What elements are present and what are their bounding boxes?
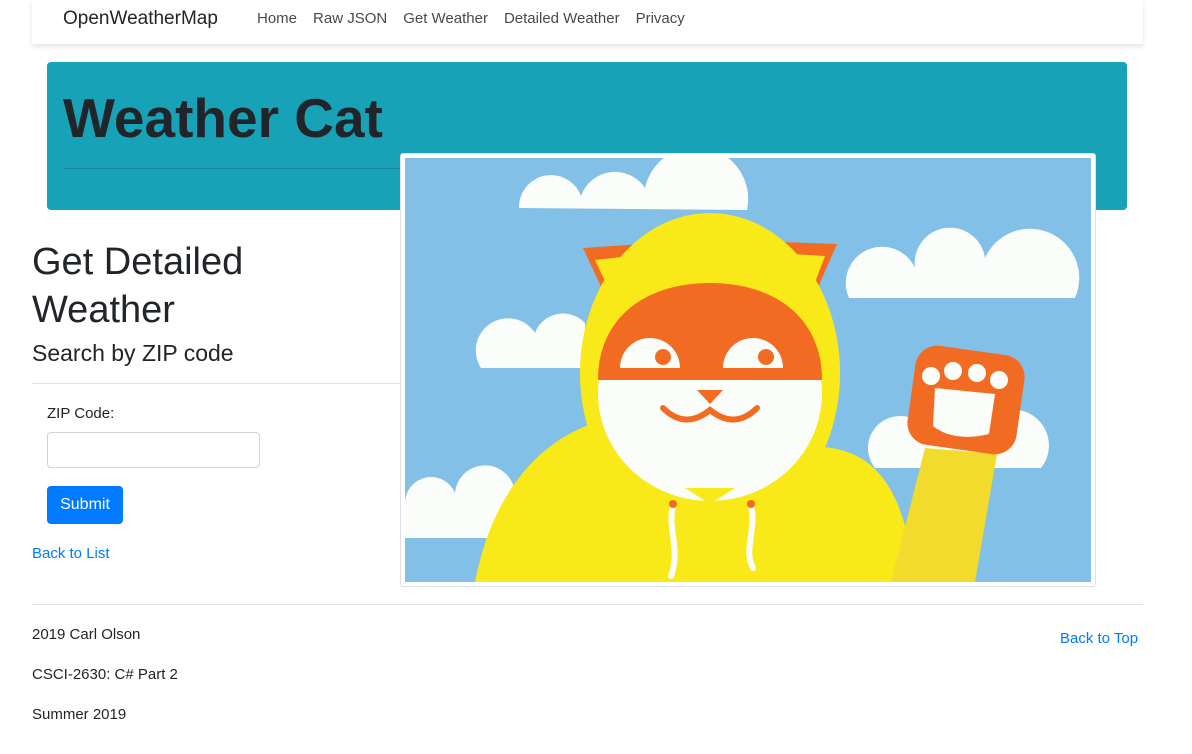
footer-divider [32, 604, 1143, 605]
footer-term: Summer 2019 [32, 706, 127, 723]
page-title-text: Get Detailed Weather [32, 241, 244, 331]
form-divider [32, 383, 412, 384]
navbar-brand[interactable]: OpenWeatherMap [63, 8, 218, 30]
submit-button[interactable]: Submit [47, 486, 123, 524]
nav-links: Home Raw JSON Get Weather Detailed Weath… [249, 10, 693, 28]
jumbotron-title: Weather Cat [63, 87, 383, 149]
nav-link-get-weather[interactable]: Get Weather [395, 10, 496, 28]
footer-course: CSCI-2630: C# Part 2 [32, 666, 178, 683]
zip-input[interactable] [47, 432, 260, 468]
navbar: OpenWeatherMap Home Raw JSON Get Weather… [32, 0, 1143, 45]
zip-label: ZIP Code: [47, 405, 115, 422]
footer-copyright: 2019 Carl Olson [32, 626, 141, 643]
weather-cat-icon [405, 158, 1091, 582]
back-to-top-link[interactable]: Back to Top [1060, 630, 1138, 647]
page-title: Get Detailed Weather [32, 238, 292, 334]
weather-cat-illustration [400, 153, 1096, 587]
nav-link-home[interactable]: Home [249, 10, 305, 28]
nav-link-privacy[interactable]: Privacy [628, 10, 693, 28]
nav-link-raw-json[interactable]: Raw JSON [305, 10, 395, 28]
back-to-list-link[interactable]: Back to List [32, 545, 110, 562]
nav-link-detailed-weather[interactable]: Detailed Weather [496, 10, 628, 28]
page-subtitle: Search by ZIP code [32, 340, 234, 366]
